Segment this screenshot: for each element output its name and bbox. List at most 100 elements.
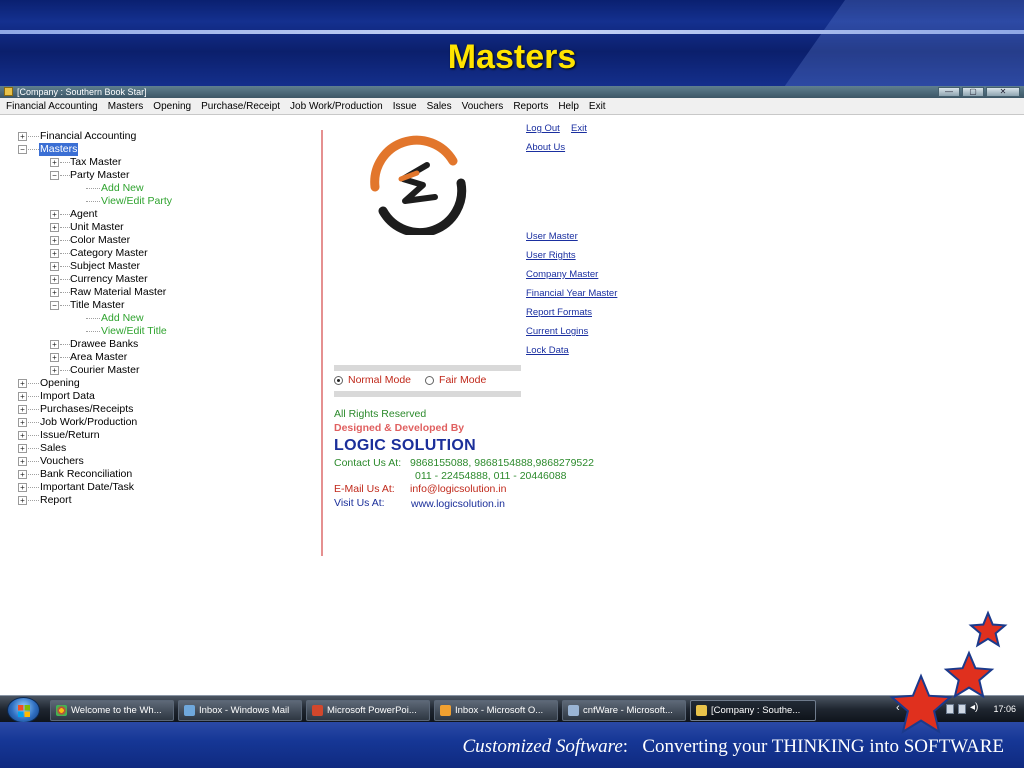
expand-icon[interactable]: +: [18, 496, 27, 505]
task-company-app[interactable]: [Company : Southe...: [690, 700, 816, 721]
display-icon[interactable]: [958, 704, 966, 714]
menu-exit[interactable]: Exit: [589, 98, 606, 114]
expand-icon[interactable]: +: [50, 210, 59, 219]
log-out-link[interactable]: Log Out: [526, 123, 560, 134]
financial-year-master-link[interactable]: Financial Year Master: [526, 288, 617, 299]
expand-icon[interactable]: +: [50, 340, 59, 349]
rights-text: All Rights Reserved: [334, 408, 427, 420]
menu-purchase-receipt[interactable]: Purchase/Receipt: [201, 98, 280, 114]
menu-issue[interactable]: Issue: [393, 98, 417, 114]
contact-label: Contact Us At:: [334, 457, 402, 469]
lock-data-link[interactable]: Lock Data: [526, 345, 569, 356]
clock[interactable]: 17:06: [993, 704, 1016, 714]
menu-job-work-production[interactable]: Job Work/Production: [290, 98, 383, 114]
menu-masters[interactable]: Masters: [108, 98, 144, 114]
expand-icon[interactable]: +: [18, 483, 27, 492]
expand-icon[interactable]: +: [50, 249, 59, 258]
fair-mode-radio[interactable]: [425, 375, 435, 385]
menu-financial-accounting[interactable]: Financial Accounting: [6, 98, 98, 114]
user-rights-link[interactable]: User Rights: [526, 250, 576, 261]
volume-icon[interactable]: ◂): [970, 702, 978, 713]
website-address[interactable]: www.logicsolution.in: [411, 498, 505, 510]
client-area: + Financial Accounting − Masters + Tax M…: [0, 115, 1024, 695]
collapse-icon[interactable]: −: [50, 301, 59, 310]
collapse-icon[interactable]: −: [18, 145, 27, 154]
tray-expand-icon[interactable]: ‹: [896, 702, 900, 714]
logo-accent: [398, 170, 420, 182]
company-master-link[interactable]: Company Master: [526, 269, 598, 280]
expand-icon[interactable]: +: [18, 418, 27, 427]
mode-separator-top: [334, 365, 521, 371]
tagline-text: Converting your THINKING into SOFTWARE: [642, 736, 1004, 757]
task-cnfware[interactable]: cnfWare - Microsoft...: [562, 700, 686, 721]
menu-opening[interactable]: Opening: [153, 98, 191, 114]
expand-icon[interactable]: +: [50, 158, 59, 167]
cnfware-icon: [568, 705, 579, 716]
about-us-link[interactable]: About Us: [526, 142, 565, 153]
system-tray: ‹ ◂) 17:06: [894, 696, 1024, 723]
expand-icon[interactable]: +: [50, 353, 59, 362]
expand-icon[interactable]: +: [50, 288, 59, 297]
logo-arc-black: [378, 178, 467, 235]
report-formats-link[interactable]: Report Formats: [526, 307, 592, 318]
menu-vouchers[interactable]: Vouchers: [462, 98, 504, 114]
mode-separator-bottom: [334, 391, 521, 397]
company-logo: [370, 135, 467, 235]
start-button[interactable]: [7, 697, 40, 723]
network-icon[interactable]: [946, 704, 954, 714]
current-logins-link[interactable]: Current Logins: [526, 326, 588, 337]
logo-mark: [400, 162, 438, 204]
expand-icon[interactable]: +: [50, 236, 59, 245]
mode-selector: Normal Mode Fair Mode: [334, 374, 486, 386]
expand-icon[interactable]: +: [18, 379, 27, 388]
expand-icon[interactable]: +: [18, 431, 27, 440]
menu-sales[interactable]: Sales: [427, 98, 452, 114]
exit-link[interactable]: Exit: [571, 123, 587, 134]
expand-icon[interactable]: +: [50, 223, 59, 232]
close-button[interactable]: ✕: [986, 87, 1020, 97]
user-master-link[interactable]: User Master: [526, 231, 578, 242]
task-powerpoint[interactable]: Microsoft PowerPoi...: [306, 700, 430, 721]
expand-icon[interactable]: +: [50, 262, 59, 271]
panel-divider: [321, 130, 323, 556]
window-title-bar: [Company : Southern Book Star] — ▢ ✕: [0, 86, 1024, 98]
email-address[interactable]: info@logicsolution.in: [410, 483, 506, 495]
maximize-button[interactable]: ▢: [962, 87, 984, 97]
expand-icon[interactable]: +: [50, 366, 59, 375]
slide-tagline: Customized Software: Converting your THI…: [463, 736, 1005, 758]
expand-icon[interactable]: +: [18, 405, 27, 414]
menu-reports[interactable]: Reports: [513, 98, 548, 114]
window-title: [Company : Southern Book Star]: [17, 87, 147, 97]
menu-help[interactable]: Help: [558, 98, 579, 114]
mail-icon: [184, 705, 195, 716]
tagline-emphasis: Customized Software: [462, 736, 623, 757]
task-browser[interactable]: Welcome to the Wh...: [50, 700, 174, 721]
expand-icon[interactable]: +: [18, 444, 27, 453]
expand-icon[interactable]: +: [18, 392, 27, 401]
email-label: E-Mail Us At:: [334, 483, 395, 495]
menu-bar: Financial Accounting Masters Opening Pur…: [0, 98, 1024, 115]
window-controls: — ▢ ✕: [938, 86, 1020, 98]
outlook-icon: [440, 705, 451, 716]
browser-icon: [56, 705, 67, 716]
designed-by-text: Designed & Developed By: [334, 422, 465, 434]
developer-name: LOGIC SOLUTION: [334, 437, 476, 454]
taskbar: Welcome to the Wh... Inbox - Windows Mai…: [0, 695, 1024, 723]
tagline-colon: :: [622, 736, 629, 757]
expand-icon[interactable]: +: [50, 275, 59, 284]
expand-icon[interactable]: +: [18, 132, 27, 141]
expand-icon[interactable]: +: [18, 470, 27, 479]
task-windows-mail[interactable]: Inbox - Windows Mail: [178, 700, 302, 721]
slide-title: Masters: [447, 38, 577, 76]
normal-mode-label[interactable]: Normal Mode: [348, 374, 411, 386]
minimize-button[interactable]: —: [938, 87, 960, 97]
credits-block: All Rights Reserved Designed & Developed…: [334, 408, 594, 517]
expand-icon[interactable]: +: [18, 457, 27, 466]
fair-mode-label[interactable]: Fair Mode: [439, 374, 486, 386]
visit-label: Visit Us At:: [334, 497, 385, 509]
contact-mobile: 9868155088, 9868154888,9868279522: [410, 457, 594, 469]
app-icon: [696, 705, 707, 716]
normal-mode-radio[interactable]: [334, 375, 343, 385]
task-outlook[interactable]: Inbox - Microsoft O...: [434, 700, 558, 721]
collapse-icon[interactable]: −: [50, 171, 59, 180]
